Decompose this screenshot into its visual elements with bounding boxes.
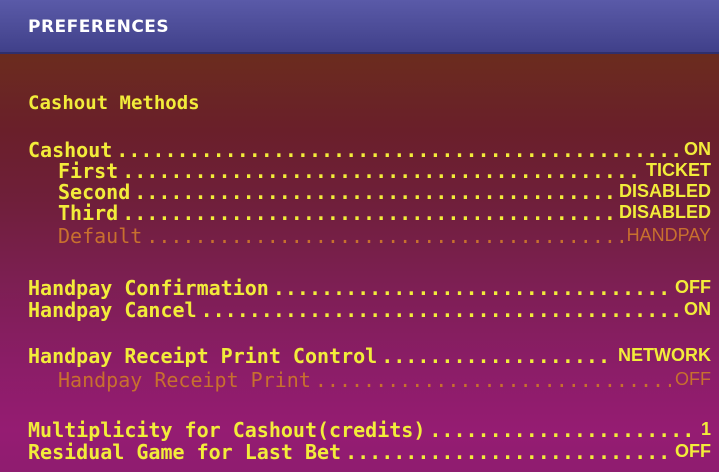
setting-row-default[interactable]: ........................................… [58, 224, 711, 248]
setting-label: Handpay Receipt Print Control [28, 344, 378, 368]
setting-value: ON [684, 139, 711, 159]
setting-row-multiplicity-for-cashout[interactable]: ........................................… [28, 418, 711, 442]
dot-leader: ........................................… [314, 368, 671, 392]
setting-value: HANDPAY [626, 225, 711, 245]
setting-row-handpay-cancel[interactable]: ........................................… [28, 298, 711, 322]
setting-value: OFF [675, 369, 711, 389]
setting-label: Default [58, 224, 143, 248]
preferences-screen: PREFERENCES Cashout Methods ............… [0, 0, 719, 472]
setting-value: 1 [700, 419, 711, 439]
setting-row-first[interactable]: ........................................… [58, 159, 711, 183]
setting-row-handpay-receipt-print-control[interactable]: ........................................… [28, 344, 711, 368]
setting-value: NETWORK [618, 345, 711, 365]
setting-row-handpay-receipt-print[interactable]: ........................................… [58, 368, 711, 392]
setting-label: Third [58, 201, 119, 225]
setting-label: Handpay Cancel [28, 298, 197, 322]
dot-leader: ........................................… [272, 276, 671, 300]
setting-row-third[interactable]: ........................................… [58, 201, 711, 225]
dot-leader: ........................................… [429, 418, 697, 442]
dot-leader: ........................................… [381, 344, 614, 368]
setting-value: TICKET [646, 160, 711, 180]
setting-value: DISABLED [618, 181, 711, 201]
setting-row-cashout[interactable]: ........................................… [28, 138, 711, 162]
setting-value: OFF [675, 441, 711, 461]
setting-row-handpay-confirmation[interactable]: ........................................… [28, 276, 711, 300]
dot-leader: ........................................… [345, 440, 671, 464]
setting-value: ON [684, 299, 711, 319]
dot-leader: ........................................… [200, 298, 680, 322]
dot-leader: ........................................… [146, 224, 622, 248]
setting-label: Handpay Receipt Print [58, 368, 311, 392]
setting-label: Handpay Confirmation [28, 276, 269, 300]
dot-leader: ........................................… [122, 201, 615, 225]
setting-value: OFF [675, 277, 711, 297]
setting-row-second[interactable]: ........................................… [58, 180, 711, 204]
page-title: PREFERENCES [28, 17, 170, 37]
section-title-cashout-methods: Cashout Methods [28, 92, 200, 114]
setting-value: DISABLED [618, 202, 711, 222]
setting-label: Multiplicity for Cashout(credits) [28, 418, 426, 442]
setting-label: Residual Game for Last Bet [28, 440, 342, 464]
setting-row-residual-game-for-last-bet[interactable]: ........................................… [28, 440, 711, 464]
header-bar: PREFERENCES [0, 0, 719, 54]
